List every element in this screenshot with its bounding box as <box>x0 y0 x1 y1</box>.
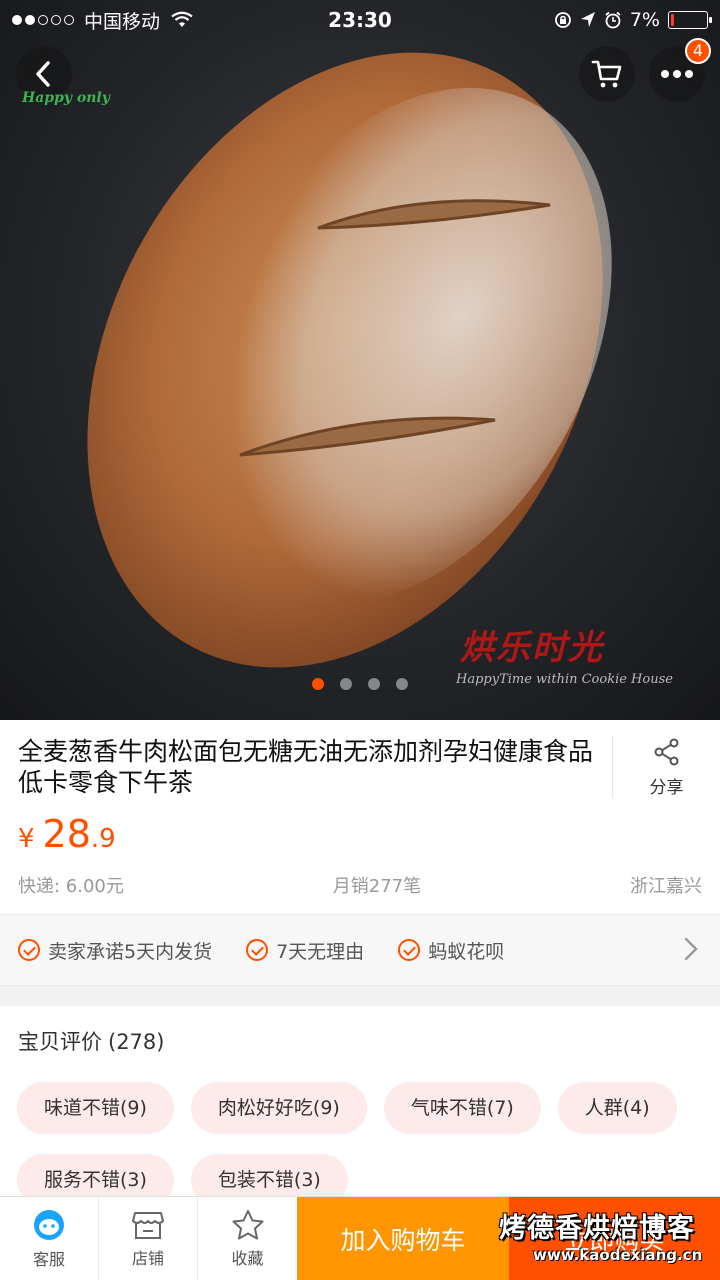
carousel-dot <box>340 678 352 690</box>
customer-service-icon <box>34 1210 64 1240</box>
price-currency: ¥ <box>18 824 35 854</box>
more-button[interactable]: 4 <box>649 38 711 102</box>
more-dots-icon <box>661 70 693 78</box>
shopping-cart-icon <box>591 60 622 88</box>
shop-button[interactable]: 店铺 <box>99 1197 198 1280</box>
service-item: 7天无理由 <box>246 937 364 964</box>
carousel-indicator <box>0 678 720 690</box>
share-button[interactable]: 分享 <box>612 736 720 798</box>
add-to-cart-button[interactable]: 加入购物车 <box>297 1197 509 1280</box>
check-circle-icon <box>398 939 421 961</box>
buy-now-button[interactable]: 立即购买 <box>509 1197 720 1280</box>
rotation-lock-icon <box>554 12 571 28</box>
carousel-dot <box>312 678 324 690</box>
wifi-icon <box>171 11 193 27</box>
bread-photo <box>87 52 612 668</box>
product-price: ¥ 28 .9 <box>18 812 116 856</box>
check-circle-icon <box>18 939 40 961</box>
carousel-dot <box>396 678 408 690</box>
review-tag[interactable]: 肉松好好吃(9) <box>190 1082 367 1134</box>
share-icon <box>654 738 678 765</box>
monthly-sales: 月销277笔 <box>332 876 422 897</box>
notification-badge: 4 <box>685 38 711 64</box>
product-meta: 快递: 6.00元 月销277笔 浙江嘉兴 <box>18 872 702 898</box>
alarm-icon <box>605 11 621 29</box>
customer-service-button[interactable]: 客服 <box>0 1197 99 1280</box>
reviews-heading[interactable]: 宝贝评价 (278) <box>18 1026 164 1056</box>
shop-logo: Happy only <box>22 90 110 106</box>
price-decimal: .9 <box>90 824 116 854</box>
shop-label: 店铺 <box>131 1249 164 1268</box>
price-integer: 28 <box>42 812 91 856</box>
service-label: 7天无理由 <box>276 940 365 963</box>
favorite-button[interactable]: 收藏 <box>198 1197 297 1280</box>
product-info: 全麦葱香牛肉松面包无糖无油无添加剂孕妇健康食品低卡零食下午茶 分享 ¥ 28 .… <box>0 720 720 914</box>
battery-percent: 7% <box>629 9 660 31</box>
share-label: 分享 <box>649 777 684 798</box>
reviews-section: 宝贝评价 (278) 味道不错(9) 肉松好好吃(9) 气味不错(7) 人群(4)… <box>0 1006 720 1206</box>
service-item: 卖家承诺5天内发货 <box>18 937 212 964</box>
signal-strength-icon <box>12 15 74 25</box>
customer-service-label: 客服 <box>32 1250 65 1269</box>
service-guarantees[interactable]: 卖家承诺5天内发货 7天无理由 蚂蚁花呗 <box>0 914 720 986</box>
product-title: 全麦葱香牛肉松面包无糖无油无添加剂孕妇健康食品低卡零食下午茶 <box>18 737 594 797</box>
review-tag[interactable]: 味道不错(9) <box>17 1082 174 1134</box>
star-icon <box>232 1210 263 1240</box>
favorite-label: 收藏 <box>231 1249 264 1268</box>
carrier-name: 中国移动 <box>84 10 161 33</box>
check-circle-icon <box>246 939 269 961</box>
location-arrow-icon <box>580 12 595 27</box>
service-label: 蚂蚁花呗 <box>428 940 505 963</box>
back-arrow-icon <box>36 61 50 87</box>
review-tag[interactable]: 人群(4) <box>557 1082 677 1134</box>
hero-watermark: 烘乐时光 <box>460 628 604 668</box>
store-icon <box>132 1212 164 1239</box>
battery-icon <box>668 11 712 29</box>
chevron-right-icon <box>684 937 698 961</box>
cart-button[interactable] <box>579 46 635 102</box>
service-label: 卖家承诺5天内发货 <box>48 940 213 963</box>
carousel-dot <box>368 678 380 690</box>
review-tag[interactable]: 气味不错(7) <box>383 1082 541 1134</box>
status-bar: 中国移动 23:30 7% <box>0 0 720 40</box>
review-tags: 味道不错(9) 肉松好好吃(9) 气味不错(7) 人群(4) 服务不错(3) 包… <box>17 1082 717 1206</box>
service-item: 蚂蚁花呗 <box>398 937 504 964</box>
product-image[interactable]: 烘乐时光 HappyTime within Cookie House <box>0 0 720 720</box>
bottom-action-bar: 客服 店铺 收藏 加入购物车 立即购买 <box>0 1196 720 1280</box>
shipping-fee: 快递: 6.00元 <box>18 876 124 897</box>
ship-location: 浙江嘉兴 <box>629 876 702 897</box>
reviews-count: (278) <box>108 1030 165 1054</box>
reviews-title: 宝贝评价 <box>18 1030 102 1054</box>
